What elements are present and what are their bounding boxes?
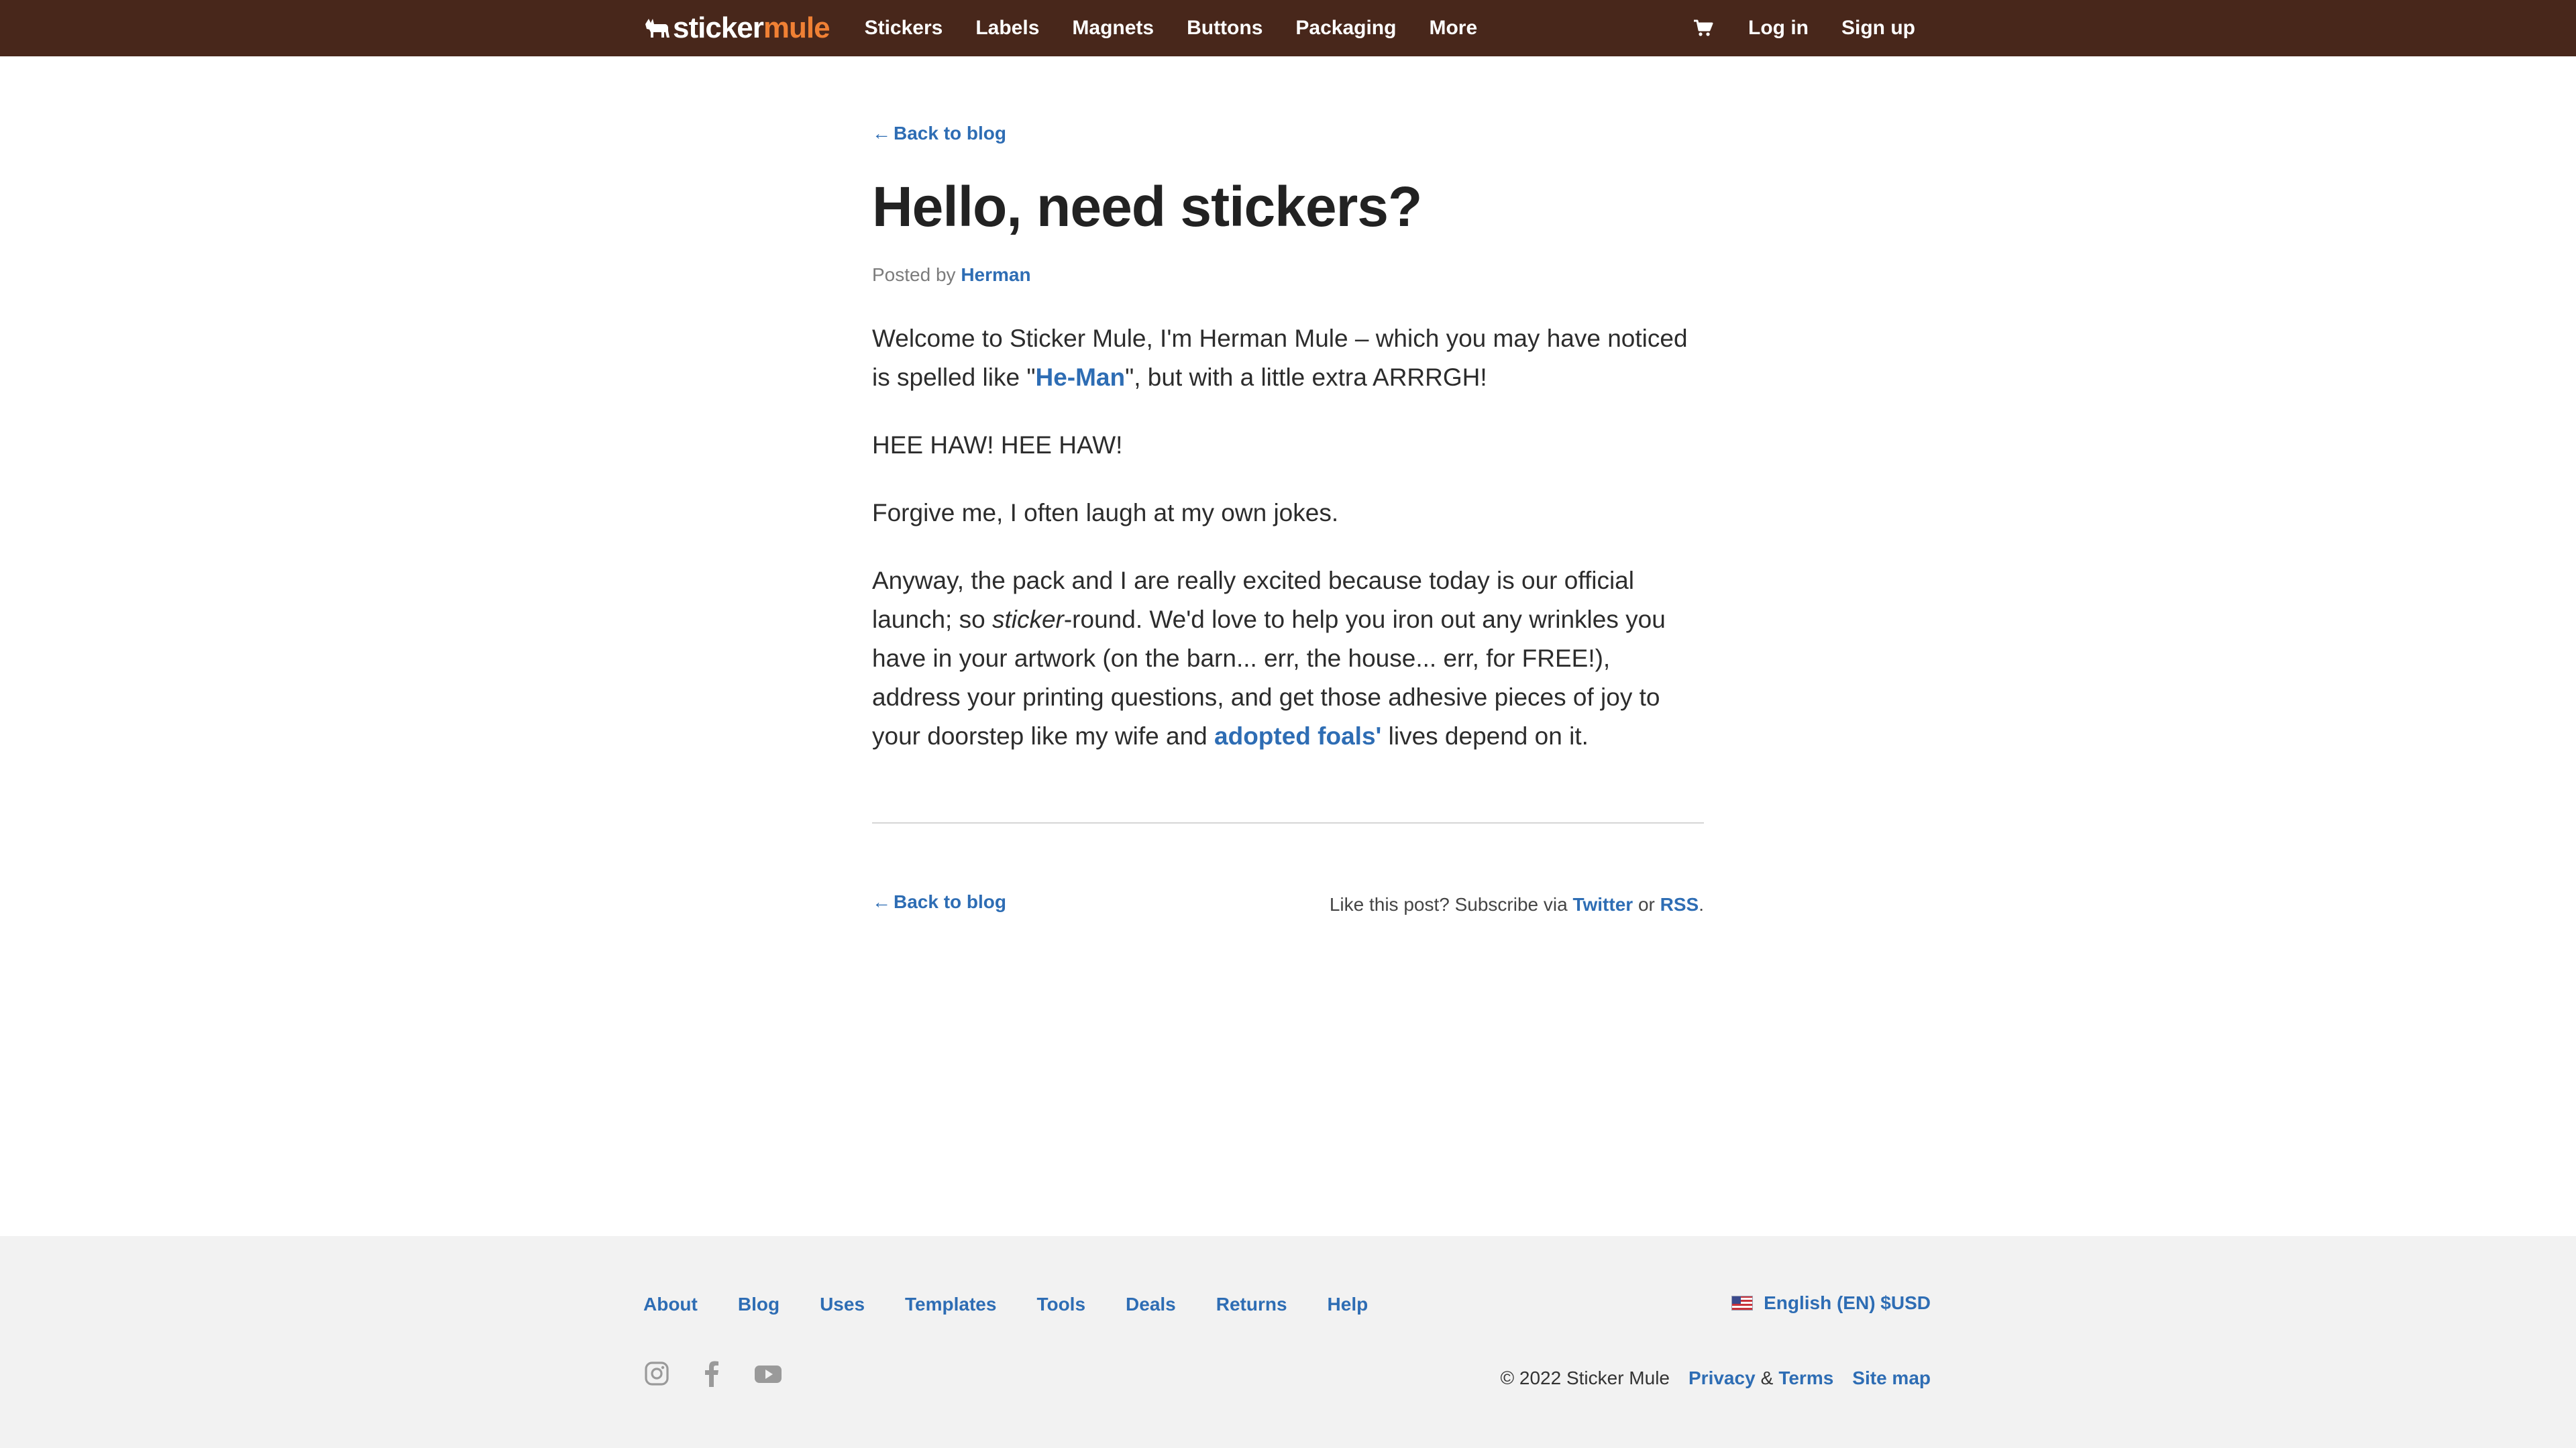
subscribe-prefix: Like this post? Subscribe via [1329, 894, 1568, 915]
top-navigation-inner: sticker mule Stickers Labels Magnets Butt… [643, 0, 1915, 56]
instagram-link[interactable] [643, 1360, 670, 1387]
nav-stickers[interactable]: Stickers [865, 17, 943, 40]
paragraph-4-text-c: lives depend on it. [1381, 722, 1589, 750]
youtube-link[interactable] [753, 1360, 783, 1387]
back-to-blog-link-bottom[interactable]: ← Back to blog [872, 891, 1006, 913]
back-to-blog-label: Back to blog [894, 891, 1007, 912]
mule-icon [645, 19, 669, 38]
us-flag-icon [1731, 1296, 1754, 1311]
author-link[interactable]: Herman [961, 264, 1030, 285]
subscribe-line: Like this post? Subscribe via Twitter or… [1330, 894, 1704, 915]
cart-button[interactable] [1693, 19, 1713, 38]
nav-buttons[interactable]: Buttons [1187, 17, 1263, 40]
post-body: Welcome to Sticker Mule, I'm Herman Mule… [872, 319, 1704, 785]
logo-word-sticker: sticker [673, 11, 764, 44]
sitemap-link[interactable]: Site map [1852, 1368, 1931, 1389]
paragraph-1: Welcome to Sticker Mule, I'm Herman Mule… [872, 319, 1704, 397]
adopted-foals-link[interactable]: adopted foals' [1214, 722, 1381, 750]
left-arrow-icon: ← [872, 891, 891, 912]
footer-nav: About Blog Uses Templates Tools Deals Re… [643, 1294, 1408, 1315]
terms-link[interactable]: Terms [1778, 1368, 1833, 1389]
footer-link-help[interactable]: Help [1328, 1294, 1368, 1315]
paragraph-2: HEE HAW! HEE HAW! [872, 431, 1123, 459]
rss-subscribe-link[interactable]: RSS [1660, 894, 1699, 915]
footer-link-returns[interactable]: Returns [1216, 1294, 1287, 1315]
left-arrow-icon: ← [872, 123, 891, 144]
youtube-icon [755, 1366, 782, 1383]
subscribe-or: or [1638, 894, 1655, 915]
paragraph-4: Anyway, the pack and I are really excite… [872, 561, 1704, 756]
instagram-icon [645, 1361, 669, 1386]
cart-icon [1694, 19, 1713, 36]
back-to-blog-label: Back to blog [894, 123, 1007, 144]
legal-line: © 2022 Sticker Mule Privacy & Terms Site… [1500, 1368, 1931, 1389]
paragraph-4-emphasis: sticker [991, 606, 1064, 633]
account-nav: Log in Sign up [1693, 17, 1915, 40]
nav-magnets[interactable]: Magnets [1072, 17, 1154, 40]
nav-packaging[interactable]: Packaging [1295, 17, 1396, 40]
footer-link-templates[interactable]: Templates [905, 1294, 996, 1315]
site-footer: About Blog Uses Templates Tools Deals Re… [0, 1236, 2576, 1448]
footer-link-deals[interactable]: Deals [1126, 1294, 1176, 1315]
footer-link-blog[interactable]: Blog [738, 1294, 780, 1315]
logo-word-mule: mule [763, 11, 830, 44]
legal-ampersand: & [1760, 1368, 1774, 1388]
sticker-mule-logo[interactable]: sticker mule [643, 0, 830, 56]
login-link[interactable]: Log in [1748, 17, 1809, 40]
article-divider [872, 822, 1704, 824]
twitter-subscribe-link[interactable]: Twitter [1572, 894, 1633, 915]
back-to-blog-link-top[interactable]: ← Back to blog [872, 123, 1006, 144]
main-nav: Stickers Labels Magnets Buttons Packagin… [865, 17, 1511, 40]
privacy-link[interactable]: Privacy [1688, 1368, 1756, 1389]
he-man-link[interactable]: He-Man [1035, 364, 1125, 391]
byline-prefix: Posted by [872, 264, 956, 285]
post-byline: Posted by Herman [872, 264, 1031, 286]
language-label: English (EN) $USD [1764, 1292, 1931, 1313]
footer-link-uses[interactable]: Uses [820, 1294, 865, 1315]
subscribe-period: . [1699, 894, 1704, 915]
footer-link-tools[interactable]: Tools [1036, 1294, 1085, 1315]
top-navigation-bar: sticker mule Stickers Labels Magnets Butt… [0, 0, 2576, 56]
nav-more[interactable]: More [1429, 17, 1477, 40]
copyright-text: © 2022 Sticker Mule [1500, 1368, 1670, 1388]
paragraph-1-text-b: ", but with a little extra ARRRGH! [1125, 364, 1487, 391]
social-links [643, 1360, 816, 1387]
facebook-link[interactable] [704, 1360, 720, 1387]
facebook-icon [705, 1361, 718, 1387]
language-currency-selector[interactable]: English (EN) $USD [1731, 1292, 1931, 1314]
signup-link[interactable]: Sign up [1841, 17, 1915, 40]
nav-labels[interactable]: Labels [975, 17, 1039, 40]
post-title: Hello, need stickers? [872, 175, 1422, 238]
paragraph-3: Forgive me, I often laugh at my own joke… [872, 499, 1339, 526]
footer-link-about[interactable]: About [643, 1294, 698, 1315]
